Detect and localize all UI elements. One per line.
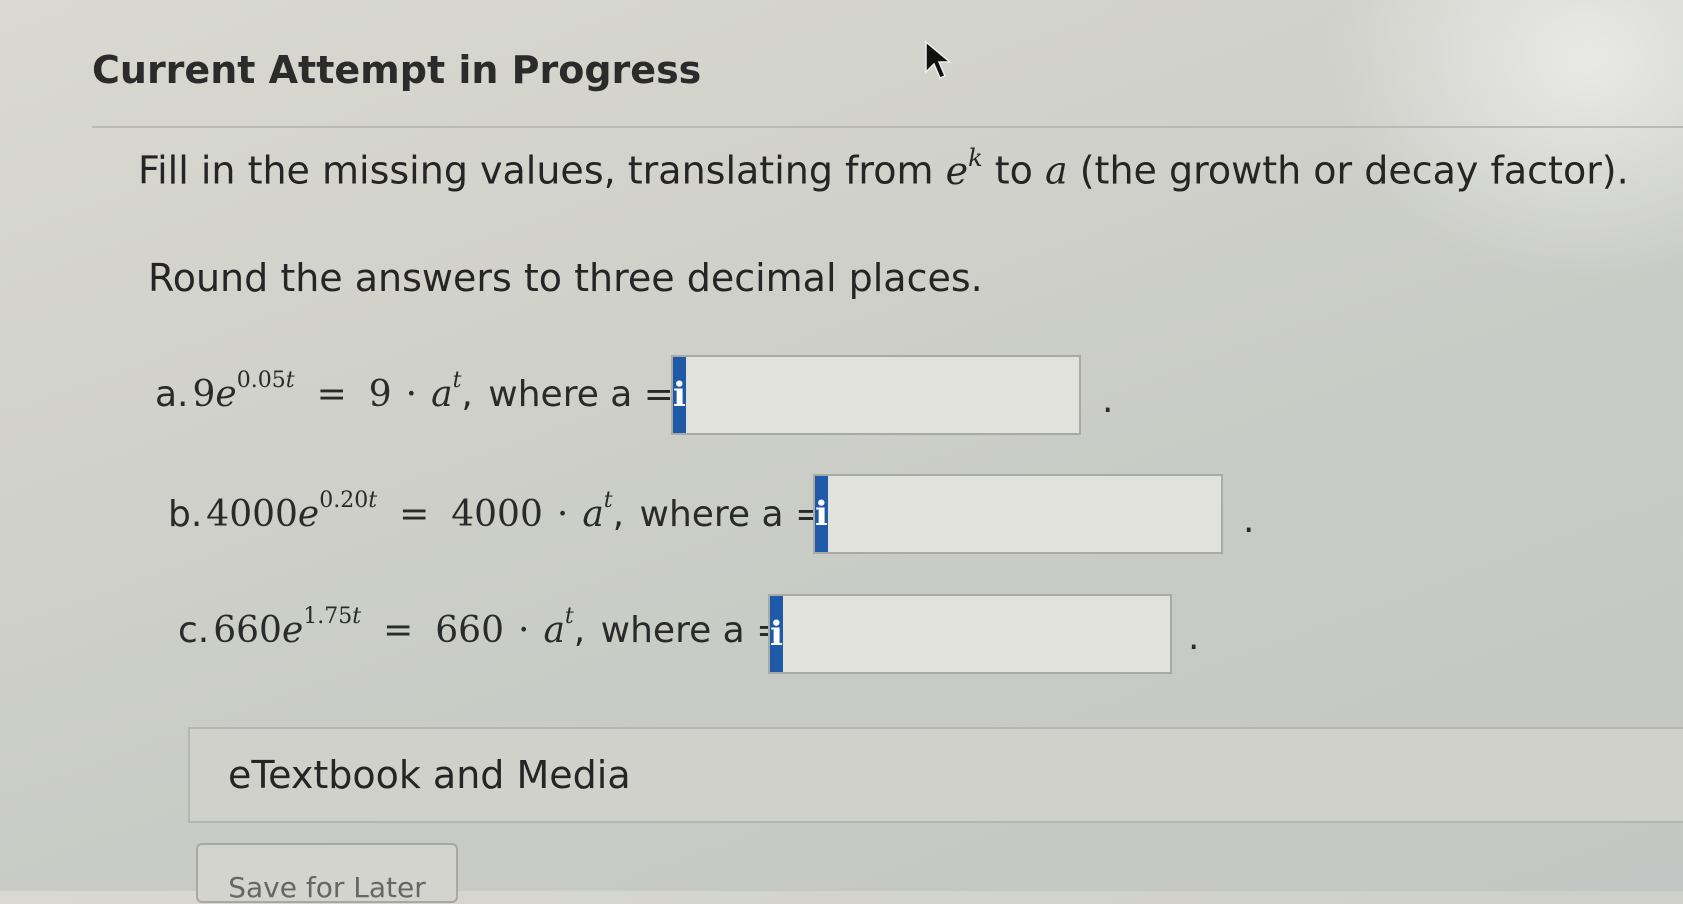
instruction-text: Fill in the missing values, translating …: [138, 148, 934, 193]
page-title: Current Attempt in Progress: [92, 48, 702, 92]
where-label: where a =: [600, 610, 787, 651]
equation: 4000e0.20t = 4000 · at: [206, 488, 613, 535]
instruction-ek: ek: [945, 144, 983, 193]
answer-box-a: i: [671, 355, 1096, 435]
problem-label: c.: [178, 610, 210, 651]
instruction-line-2: Round the answers to three decimal place…: [148, 256, 983, 300]
answer-input-b[interactable]: [827, 476, 1238, 552]
instruction-to: to: [994, 148, 1033, 193]
period: .: [1102, 380, 1114, 421]
answer-box-b: i: [813, 474, 1238, 554]
save-for-later-button[interactable]: Save for Later: [196, 843, 458, 904]
problem-a: a. 9e0.05t = 9 · at, where a =: [155, 368, 674, 415]
equation: 660e1.75t = 660 · at: [213, 604, 574, 651]
where-label: where a =: [488, 374, 674, 415]
info-icon[interactable]: i: [770, 596, 783, 672]
divider: [92, 126, 1683, 128]
info-icon[interactable]: i: [673, 357, 686, 433]
etextbook-media-label: eTextbook and Media: [228, 753, 631, 797]
problem-label: b.: [168, 494, 203, 535]
mouse-cursor-icon: [925, 40, 952, 79]
etextbook-media-panel[interactable]: eTextbook and Media: [188, 727, 1683, 823]
problem-label: a.: [155, 374, 189, 415]
equation: 9e0.05t = 9 · at: [192, 368, 462, 415]
instruction-suffix: (the growth or decay factor).: [1079, 148, 1629, 193]
answer-input-c[interactable]: [782, 596, 1193, 672]
period: .: [1243, 500, 1255, 541]
instruction-line-1: Fill in the missing values, translating …: [138, 144, 1629, 193]
info-icon[interactable]: i: [815, 476, 828, 552]
period: .: [1188, 617, 1200, 658]
problem-c: c. 660e1.75t = 660 · at, where a =: [178, 604, 787, 651]
answer-input-a[interactable]: [685, 357, 1096, 433]
instruction-a: a: [1044, 148, 1068, 193]
problem-b: b. 4000e0.20t = 4000 · at, where a =: [168, 488, 826, 535]
answer-box-c: i: [768, 594, 1193, 674]
where-label: where a =: [639, 494, 826, 535]
